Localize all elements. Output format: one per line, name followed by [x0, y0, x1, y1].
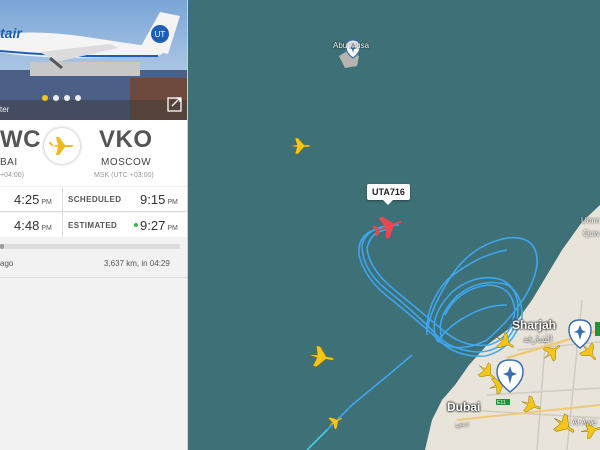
route-summary: WC BAI +04:00) VKO MOSCOW MSK (UTC +03:0… [0, 120, 187, 186]
map-label-sharjah-arabic: الشارقة [523, 334, 553, 344]
aircraft-photo: UT tair ter [0, 0, 187, 120]
remaining-text: 3,637 km, in 04:29 [104, 259, 170, 268]
map-label-dubai: Dubai [447, 400, 481, 414]
carousel-dot[interactable] [64, 95, 70, 101]
section-divider [0, 277, 187, 278]
flight-progress-bar [0, 244, 180, 249]
map-label-dubai-arabic: دبي [455, 418, 470, 428]
airplane-icon-badge [44, 128, 80, 164]
map-label-abu-musa: Abu Musa [333, 41, 370, 50]
photo-credit: ter [0, 105, 10, 114]
estimated-label: ESTIMATED [68, 221, 118, 230]
map-label-quwain: Quw [583, 229, 600, 238]
destination-timezone: MSK (UTC +03:00) [94, 172, 154, 179]
flight-map[interactable]: UTA716 Abu Musa Sharjah الشارقة Dubai دب… [187, 0, 600, 450]
aircraft-icon[interactable] [306, 345, 335, 370]
flight-panel: UT tair ter WC BAI +04:00) VKO MOSCOW MS… [0, 0, 188, 450]
selected-flight-callsign[interactable]: UTA716 [367, 184, 410, 205]
selected-aircraft-icon[interactable] [370, 211, 405, 242]
carousel-dot-active[interactable] [42, 95, 48, 101]
destination-city: MOSCOW [101, 157, 152, 168]
map-label-sharjah: Sharjah [512, 318, 557, 332]
scheduled-label: SCHEDULED [68, 195, 122, 204]
estimated-row: 4:48 PM ESTIMATED 9:27 PM [0, 213, 187, 237]
origin-timezone: +04:00) [0, 172, 24, 179]
on-time-dot [134, 223, 138, 227]
row-divider [0, 211, 187, 212]
departure-scheduled-time: 4:25 PM [14, 192, 52, 207]
departure-estimated-time: 4:48 PM [14, 218, 52, 233]
column-divider [62, 187, 63, 237]
carousel-dot[interactable] [75, 95, 81, 101]
destination-code: VKO [99, 126, 153, 153]
arrival-scheduled-time: 9:15 PM [140, 192, 178, 207]
road-shield: E11 [497, 400, 506, 406]
aircraft-icon[interactable] [289, 137, 311, 155]
scheduled-row: 4:25 PM SCHEDULED 9:15 PM [0, 187, 187, 211]
airline-logo: tair [0, 25, 23, 41]
carousel-dot[interactable] [53, 95, 59, 101]
tail-logo: UT [155, 30, 166, 39]
origin-city: BAI [0, 157, 18, 168]
airplane-icon [49, 137, 74, 155]
map-label-umm: Umm [581, 216, 600, 225]
flight-progress-fill [0, 244, 4, 249]
arrival-estimated-time: 9:27 PM [140, 218, 178, 233]
elapsed-text: ago [0, 259, 14, 268]
map-label-al-awir: Al Awe [572, 418, 597, 427]
origin-code: WC [0, 126, 41, 153]
